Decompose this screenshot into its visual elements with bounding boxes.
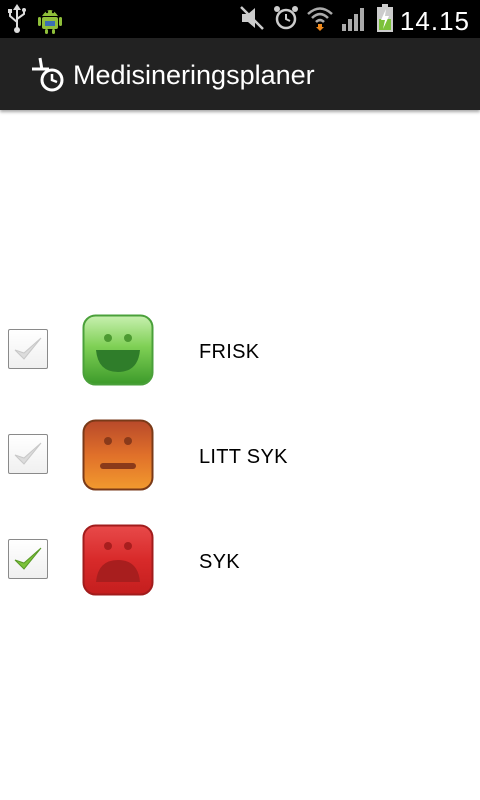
list-item[interactable]: SYK — [0, 510, 480, 615]
battery-charging-icon — [376, 3, 394, 38]
clock-time: 14.15 — [399, 5, 470, 36]
checkbox-syk[interactable] — [8, 539, 48, 579]
sad-face-icon — [82, 524, 154, 596]
usb-icon — [6, 4, 28, 39]
condition-list: FRISK LITT SYK SYK — [0, 300, 480, 615]
condition-label: LITT SYK — [199, 446, 288, 468]
neutral-face-icon — [82, 419, 154, 491]
checkbox-frisk[interactable] — [8, 329, 48, 369]
checkbox-litt-syk[interactable] — [8, 434, 48, 474]
alarm-icon — [272, 4, 300, 37]
condition-label: SYK — [199, 551, 240, 573]
list-item[interactable]: FRISK — [0, 300, 480, 405]
list-item[interactable]: LITT SYK — [0, 405, 480, 510]
medication-timer-icon[interactable] — [28, 56, 68, 101]
condition-label: FRISK — [199, 341, 260, 363]
mute-icon — [238, 4, 266, 37]
status-bar-right: 14.15 — [238, 3, 470, 38]
signal-icon — [340, 4, 370, 37]
app-title: Medisineringsplaner — [73, 60, 315, 90]
action-bar: Medisineringsplaner — [0, 38, 480, 110]
wifi-icon — [306, 4, 334, 37]
status-bar-left — [6, 4, 64, 39]
android-debug-icon — [36, 4, 64, 39]
happy-face-icon — [82, 314, 154, 386]
status-bar: 14.15 — [0, 0, 480, 38]
